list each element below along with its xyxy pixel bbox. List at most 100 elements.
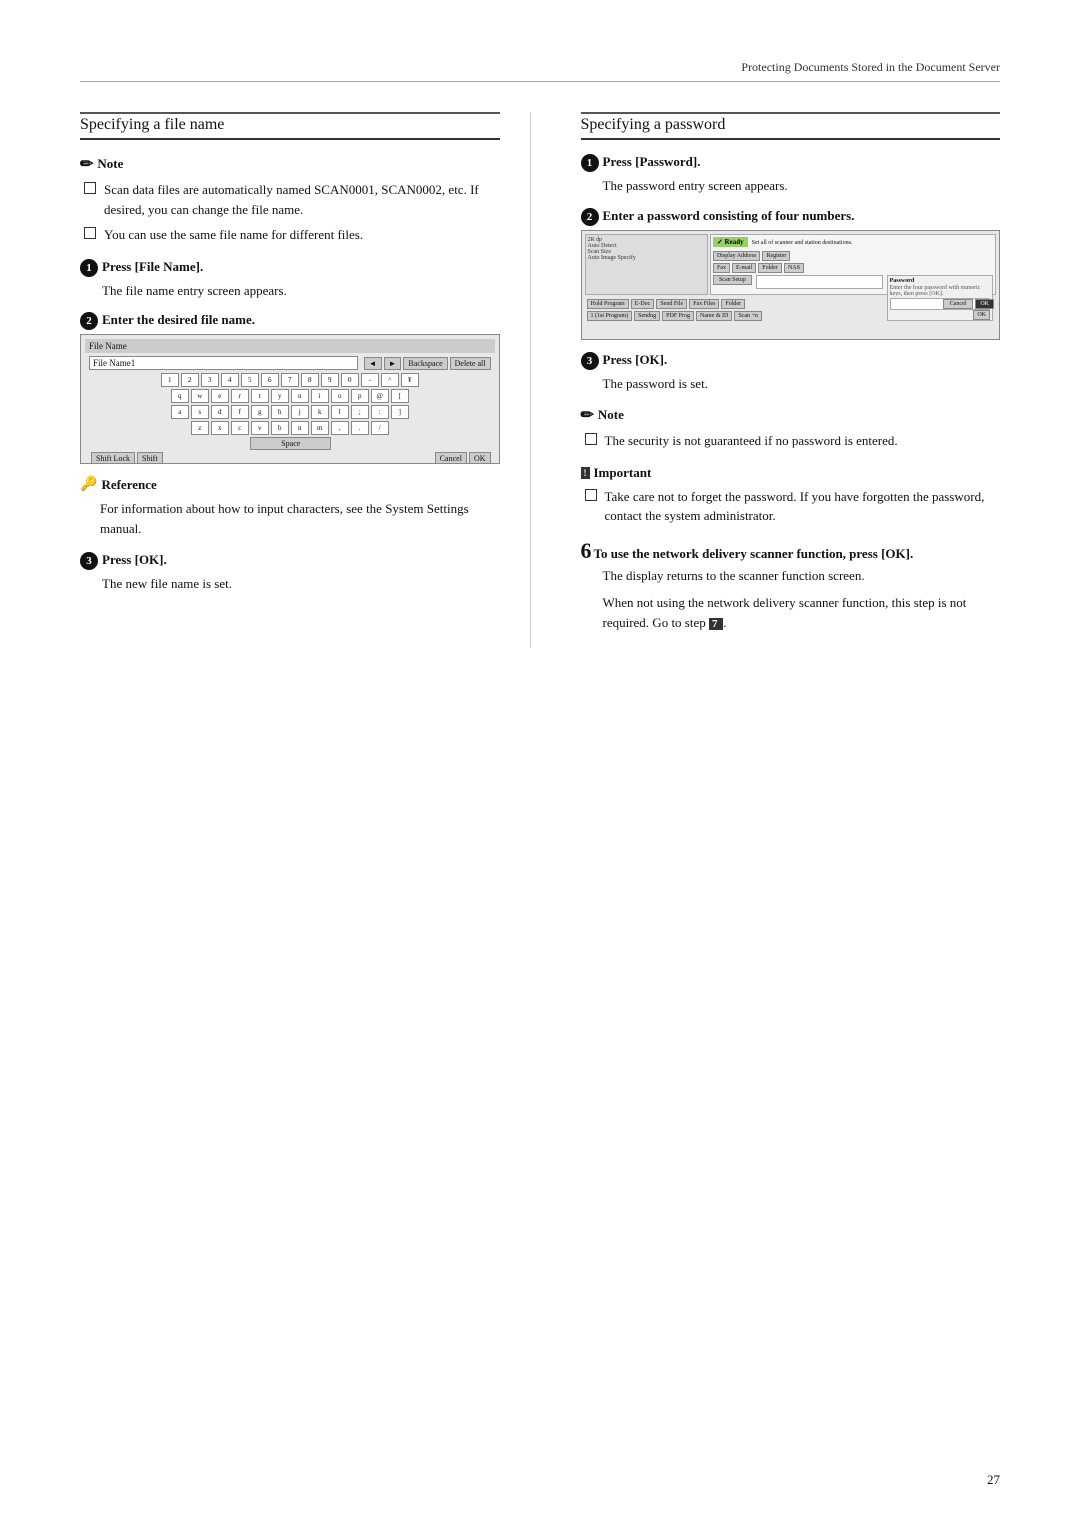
right-step6-desc2: When not using the network delivery scan… xyxy=(581,593,1001,632)
kb-key-3: 3 xyxy=(201,373,219,387)
kb-top-bar: File Name xyxy=(85,339,495,353)
checkbox-2 xyxy=(84,227,96,239)
scanner-status: ✓ Ready xyxy=(713,237,748,247)
kb-key-q: q xyxy=(171,389,189,403)
kb-key-8: 8 xyxy=(301,373,319,387)
left-step3-label: Press [OK]. xyxy=(102,552,167,568)
kb-row-4: z x c v b n m , . / xyxy=(85,421,495,435)
kb-key-w: w xyxy=(191,389,209,403)
kb-row-1: 1 2 3 4 5 6 7 8 9 0 - ^ ¥ xyxy=(85,373,495,387)
right-step6-desc1: The display returns to the scanner funct… xyxy=(581,566,1001,586)
page-number: 27 xyxy=(987,1472,1000,1488)
left-step1-label: Press [File Name]. xyxy=(102,259,203,275)
left-note-section: ✏ Note Scan data files are automatically… xyxy=(80,154,500,245)
left-note-header: ✏ Note xyxy=(80,154,500,174)
right-section-title: Specifying a password xyxy=(581,116,1001,140)
kb-key-bracket: [ xyxy=(391,389,409,403)
scanner-right-panel: ✓ Ready Set all of scanner and station d… xyxy=(710,234,996,295)
left-step2-header: 2 Enter the desired file name. xyxy=(80,312,500,330)
left-section-title: Specifying a file name xyxy=(80,116,500,140)
right-column: Specifying a password 1 Press [Password]… xyxy=(571,112,1001,648)
kb-key-v: v xyxy=(251,421,269,435)
kb-key-t: t xyxy=(251,389,269,403)
kb-key-l: l xyxy=(331,405,349,419)
kb-key-yen: ¥ xyxy=(401,373,419,387)
left-note-label: Note xyxy=(97,156,123,172)
kb-key-slash: / xyxy=(371,421,389,435)
important-item-1: Take care not to forget the password. If… xyxy=(581,487,1001,526)
left-step-2: 2 Enter the desired file name. File Name… xyxy=(80,312,500,464)
right-step2-header: 2 Enter a password consisting of four nu… xyxy=(581,208,1001,226)
left-step1-header: 1 Press [File Name]. xyxy=(80,259,500,277)
kb-key-7: 7 xyxy=(281,373,299,387)
kb-key-o: o xyxy=(331,389,349,403)
kb-shift-btn: Shift xyxy=(137,452,163,464)
left-column: Specifying a file name ✏ Note Scan data … xyxy=(80,112,531,648)
kb-key-p: p xyxy=(351,389,369,403)
step2-num: 2 xyxy=(80,312,98,330)
left-step3-desc: The new file name is set. xyxy=(80,574,500,594)
checkbox-1 xyxy=(84,182,96,194)
kb-ok-btn: OK xyxy=(469,452,491,464)
right-step1-label: Press [Password]. xyxy=(603,154,701,170)
kb-fwd-arrow: ► xyxy=(384,357,402,370)
kb-key-colon: : xyxy=(371,405,389,419)
kb-input-row: File Name1 ◄ ► Backspace Delete all xyxy=(85,356,495,370)
reference-section: 🔑 Reference For information about how to… xyxy=(80,476,500,538)
kb-key-u: u xyxy=(291,389,309,403)
scanner-password-image: 2R dpAuto DetectScan SizeAuto Image Spec… xyxy=(581,230,1001,340)
right-note-section: ✏ Note The security is not guaranteed if… xyxy=(581,405,1001,451)
kb-key-h: h xyxy=(271,405,289,419)
kb-row-2: q w e r t y u i o p @ [ xyxy=(85,389,495,403)
kb-key-i: i xyxy=(311,389,329,403)
kb-bottom-row: Shift Lock Shift Cancel OK xyxy=(85,450,495,464)
left-step2-label: Enter the desired file name. xyxy=(102,312,255,328)
important-label: Important xyxy=(594,465,652,481)
reference-label: Reference xyxy=(101,477,156,493)
step1-num: 1 xyxy=(80,259,98,277)
scanner-left-panel: 2R dpAuto DetectScan SizeAuto Image Spec… xyxy=(585,234,708,295)
kb-key-y: y xyxy=(271,389,289,403)
kb-key-x: x xyxy=(211,421,229,435)
kb-key-caret: ^ xyxy=(381,373,399,387)
kb-key-f: f xyxy=(231,405,249,419)
note-item-1: Scan data files are automatically named … xyxy=(80,180,500,219)
right-step-2: 2 Enter a password consisting of four nu… xyxy=(581,208,1001,340)
kb-key-semi: ; xyxy=(351,405,369,419)
reference-header: 🔑 Reference xyxy=(80,476,500,493)
kb-row-3: a s d f g h j k l ; : ] xyxy=(85,405,495,419)
kb-key-period: . xyxy=(351,421,369,435)
right-step3-desc: The password is set. xyxy=(581,374,1001,394)
right-step3-header: 3 Press [OK]. xyxy=(581,352,1001,370)
kb-cancel-btn: Cancel xyxy=(435,452,467,464)
kb-key-j: j xyxy=(291,405,309,419)
kb-key-b: b xyxy=(271,421,289,435)
note-text-1: Scan data files are automatically named … xyxy=(104,180,500,219)
kb-shiftlock-btn: Shift Lock xyxy=(91,452,135,464)
important-icon: ! xyxy=(581,467,590,479)
kb-key-1: 1 xyxy=(161,373,179,387)
kb-key-comma: , xyxy=(331,421,349,435)
right-note-text-1: The security is not guaranteed if no pas… xyxy=(605,431,898,451)
kb-key-k: k xyxy=(311,405,329,419)
reference-text: For information about how to input chara… xyxy=(80,499,500,538)
right-step-1: 1 Press [Password]. The password entry s… xyxy=(581,154,1001,196)
right-note-item-1: The security is not guaranteed if no pas… xyxy=(581,431,1001,451)
note-item-2: You can use the same file name for diffe… xyxy=(80,225,500,245)
kb-key-0: 0 xyxy=(341,373,359,387)
kb-key-9: 9 xyxy=(321,373,339,387)
kb-space-btn: Space xyxy=(250,437,331,450)
kb-key-4: 4 xyxy=(221,373,239,387)
kb-input: File Name1 xyxy=(89,356,358,370)
kb-key-a: a xyxy=(171,405,189,419)
right-step-3: 3 Press [OK]. The password is set. xyxy=(581,352,1001,394)
kb-key-minus: - xyxy=(361,373,379,387)
kb-key-z: z xyxy=(191,421,209,435)
right-note-icon: ✏ xyxy=(581,405,594,425)
right-note-header: ✏ Note xyxy=(581,405,1001,425)
right-checkbox-1 xyxy=(585,433,597,445)
left-step-3: 3 Press [OK]. The new file name is set. xyxy=(80,552,500,594)
header-title: Protecting Documents Stored in the Docum… xyxy=(741,60,1000,74)
kb-key-n: n xyxy=(291,421,309,435)
right-step1-header: 1 Press [Password]. xyxy=(581,154,1001,172)
